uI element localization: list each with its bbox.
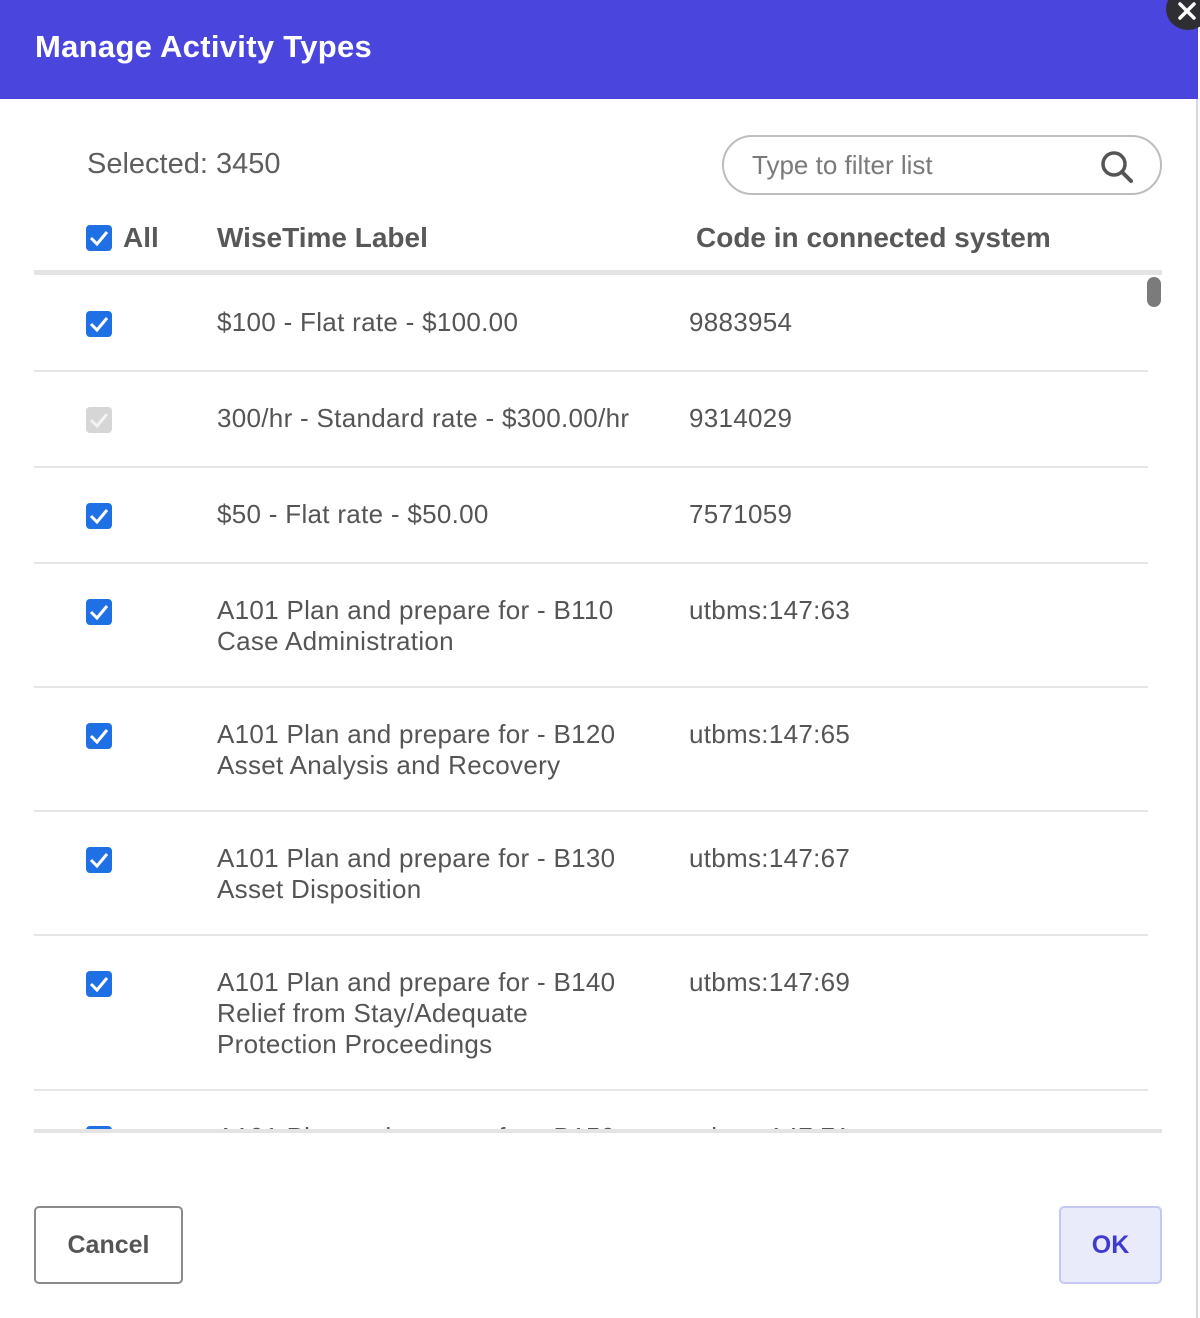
row-checkbox[interactable] [86,723,112,749]
table-row[interactable]: A101 Plan and prepare for - B130 Asset D… [34,812,1148,936]
table-row[interactable]: $100 - Flat rate - $100.00 9883954 [34,275,1148,372]
select-all-checkbox[interactable] [86,225,112,251]
table-row[interactable]: $50 - Flat rate - $50.00 7571059 [34,468,1148,564]
search-icon[interactable] [1100,150,1134,189]
dialog-header: Manage Activity Types [0,0,1198,99]
ok-button[interactable]: OK [1059,1206,1162,1284]
row-label: $50 - Flat rate - $50.00 [217,499,489,529]
table-row[interactable]: A101 Plan and prepare for - B120 Asset A… [34,688,1148,812]
row-code: utbms:147:65 [689,719,851,749]
manage-activity-types-dialog: Manage Activity Types Selected: 3450 All… [0,0,1198,1318]
table-row[interactable]: A101 Plan and prepare for - B140 Relief … [34,936,1148,1091]
activity-list[interactable]: $100 - Flat rate - $100.00 9883954 300/h… [34,275,1162,1131]
row-label: A101 Plan and prepare for - B130 Asset D… [217,843,616,904]
table-row[interactable]: A101 Plan and prepare for - B150 utbms:1… [34,1091,1148,1131]
row-code: 7571059 [689,499,793,529]
table-row[interactable]: 300/hr - Standard rate - $300.00/hr 9314… [34,372,1148,468]
row-code: 9883954 [689,307,793,337]
row-code: utbms:147:69 [689,967,851,997]
row-checkbox[interactable] [86,311,112,337]
row-checkbox-disabled [86,407,112,433]
list-bottom-divider [34,1129,1162,1133]
close-icon [1178,2,1196,20]
row-checkbox[interactable] [86,503,112,529]
row-label: A101 Plan and prepare for - B140 Relief … [217,967,616,1059]
row-checkbox[interactable] [86,599,112,625]
table-row[interactable]: A101 Plan and prepare for - B110 Case Ad… [34,564,1148,688]
row-label: 300/hr - Standard rate - $300.00/hr [217,403,630,433]
cancel-button[interactable]: Cancel [34,1206,183,1284]
row-label: A101 Plan and prepare for - B110 Case Ad… [217,595,614,656]
header-wisetime-label: WiseTime Label [217,222,428,253]
selected-count: Selected: 3450 [87,148,281,180]
filter-input[interactable] [752,147,1092,183]
row-checkbox[interactable] [86,847,112,873]
header-code: Code in connected system [696,222,1051,253]
row-code: 9314029 [689,403,793,433]
row-code: utbms:147:67 [689,843,851,873]
row-checkbox[interactable] [86,971,112,997]
row-label: A101 Plan and prepare for - B120 Asset A… [217,719,616,780]
row-code: utbms:147:63 [689,595,851,625]
filter-field[interactable] [722,135,1162,195]
header-all: All [123,222,159,253]
dialog-title: Manage Activity Types [35,29,373,64]
row-label: $100 - Flat rate - $100.00 [217,307,519,337]
list-scrollbar-thumb[interactable] [1147,277,1161,307]
